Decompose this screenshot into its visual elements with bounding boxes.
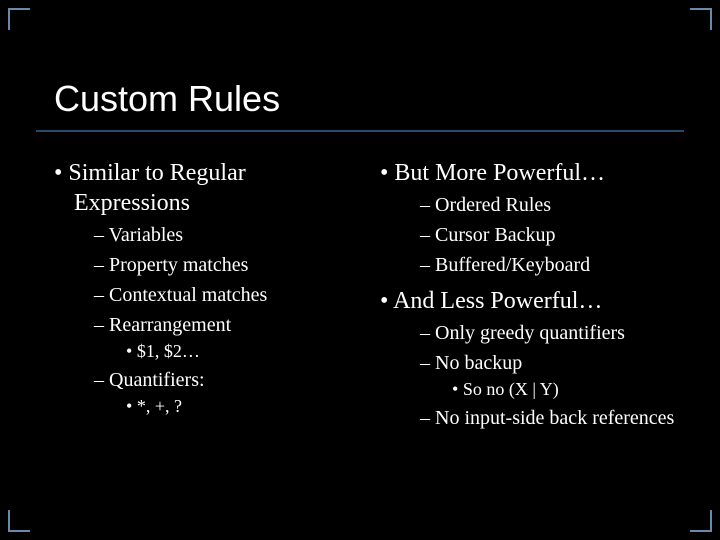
bullet-l2: Quantifiers: xyxy=(94,367,360,393)
bullet-l3: *, +, ? xyxy=(126,395,360,418)
bullet-l2: Rearrangement xyxy=(94,312,360,338)
bullet-l3: So no (X | Y) xyxy=(452,378,686,401)
bullet-l1: And Less Powerful… xyxy=(380,286,686,316)
right-column: But More Powerful… Ordered Rules Cursor … xyxy=(380,150,686,433)
corner-decoration xyxy=(8,8,30,30)
bullet-l2: No input-side back references xyxy=(420,405,686,431)
bullet-l2: No backup xyxy=(420,350,686,376)
bullet-l3: $1, $2… xyxy=(126,340,360,363)
bullet-l2: Only greedy quantifiers xyxy=(420,320,686,346)
bullet-l2: Cursor Backup xyxy=(420,222,686,248)
corner-decoration xyxy=(8,510,30,532)
slide-title: Custom Rules xyxy=(54,78,280,120)
bullet-l1: Similar to Regular Expressions xyxy=(54,158,360,218)
corner-decoration xyxy=(690,510,712,532)
bullet-l2: Variables xyxy=(94,222,360,248)
bullet-l2: Ordered Rules xyxy=(420,192,686,218)
bullet-l2: Contextual matches xyxy=(94,282,360,308)
slide: Custom Rules Similar to Regular Expressi… xyxy=(0,0,720,540)
left-column: Similar to Regular Expressions Variables… xyxy=(54,150,360,433)
title-underline xyxy=(36,130,684,132)
bullet-l1: But More Powerful… xyxy=(380,158,686,188)
corner-decoration xyxy=(690,8,712,30)
bullet-l2: Property matches xyxy=(94,252,360,278)
bullet-l2: Buffered/Keyboard xyxy=(420,252,686,278)
content-columns: Similar to Regular Expressions Variables… xyxy=(54,150,686,433)
